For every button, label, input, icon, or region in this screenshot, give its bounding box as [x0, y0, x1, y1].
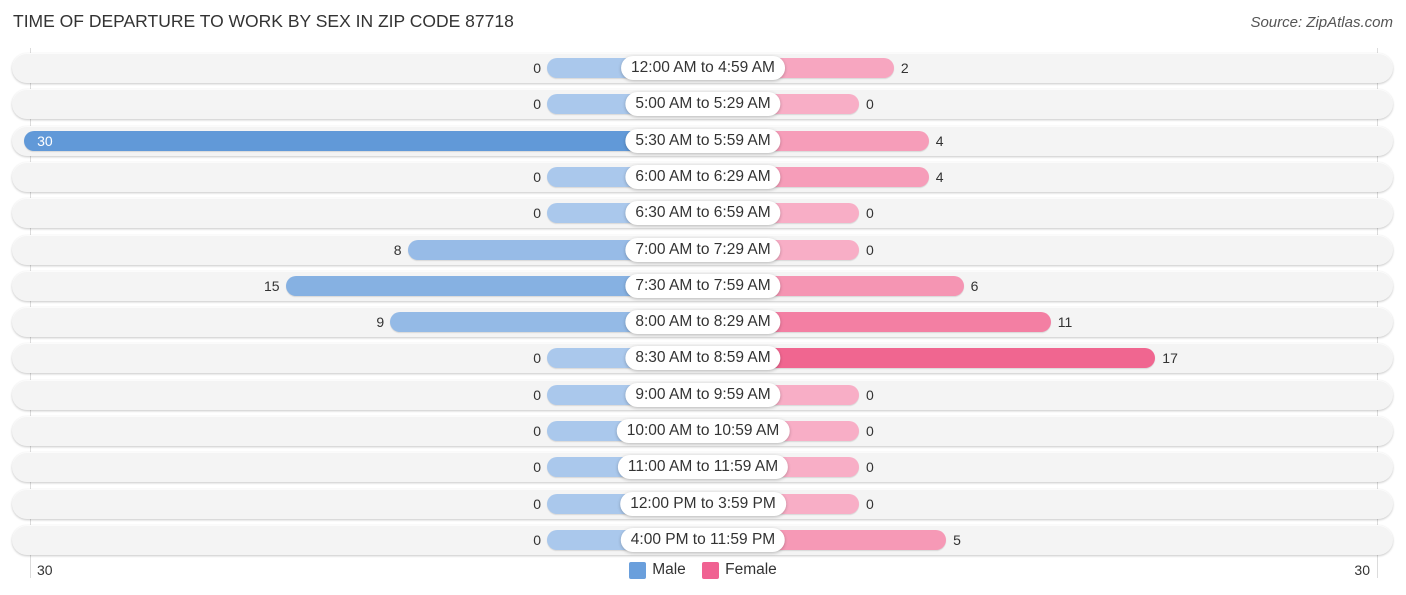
value-label-male: 0 — [533, 423, 541, 439]
value-label-female: 5 — [953, 531, 961, 548]
value-label-male: 0 — [533, 205, 541, 222]
category-label: 6:30 AM to 6:59 AM — [625, 201, 781, 226]
chart-source: Source: ZipAtlas.com — [1250, 14, 1393, 31]
value-label-female: 4 — [935, 132, 944, 149]
category-label: 9:00 AM to 9:59 AM — [625, 382, 781, 407]
value-label-male: 0 — [533, 459, 541, 476]
value-label-male: 0 — [533, 350, 541, 367]
legend-item-female: Female — [702, 561, 777, 579]
legend-label-female: Female — [725, 561, 777, 578]
value-label-male: 0 — [533, 531, 541, 548]
category-label: 12:00 PM to 3:59 PM — [620, 491, 786, 516]
value-label-male: 9 — [376, 314, 385, 331]
value-label-female: 0 — [866, 96, 874, 113]
value-label-female: 0 — [866, 495, 874, 512]
category-label: 11:00 AM to 11:59 AM — [617, 455, 789, 480]
value-label-female: 2 — [900, 60, 909, 76]
value-label-male: 30 — [37, 132, 53, 149]
value-label-female: 17 — [1162, 350, 1178, 367]
value-label-female: 0 — [866, 241, 874, 258]
category-label: 7:30 AM to 7:59 AM — [625, 273, 781, 298]
value-label-female: 11 — [1057, 314, 1073, 331]
value-label-male: 0 — [533, 495, 541, 512]
value-label-male: 0 — [533, 168, 541, 185]
category-label: 8:00 AM to 8:29 AM — [625, 310, 781, 335]
value-label-male: 0 — [533, 386, 541, 403]
value-label-male: 0 — [533, 96, 541, 113]
value-label-female: 0 — [866, 205, 874, 222]
legend-swatch-male — [629, 561, 647, 579]
bar-male — [24, 130, 703, 151]
legend-swatch-female — [702, 561, 720, 579]
category-label: 6:00 AM to 6:29 AM — [625, 164, 781, 189]
category-label: 5:00 AM to 5:29 AM — [625, 92, 781, 117]
value-label-male: 0 — [533, 60, 541, 76]
value-label-female: 4 — [935, 168, 944, 185]
legend: Male Female — [0, 561, 1406, 584]
value-label-female: 0 — [866, 423, 874, 439]
value-label-male: 8 — [393, 241, 402, 258]
category-label: 4:00 PM to 11:59 PM — [620, 527, 786, 552]
value-label-female: 0 — [866, 386, 874, 403]
category-label: 12:00 AM to 4:59 AM — [621, 56, 785, 80]
legend-label-male: Male — [652, 561, 686, 578]
chart-title: TIME OF DEPARTURE TO WORK BY SEX IN ZIP … — [13, 11, 514, 31]
category-label: 8:30 AM to 8:59 AM — [625, 346, 781, 371]
category-label: 5:30 AM to 5:59 AM — [625, 128, 781, 153]
category-label: 7:00 AM to 7:29 AM — [625, 237, 781, 262]
value-label-male: 15 — [263, 277, 280, 294]
value-label-female: 0 — [866, 459, 874, 476]
value-label-female: 6 — [970, 277, 979, 294]
category-label: 10:00 AM to 10:59 AM — [616, 419, 790, 443]
legend-item-male: Male — [629, 561, 686, 579]
